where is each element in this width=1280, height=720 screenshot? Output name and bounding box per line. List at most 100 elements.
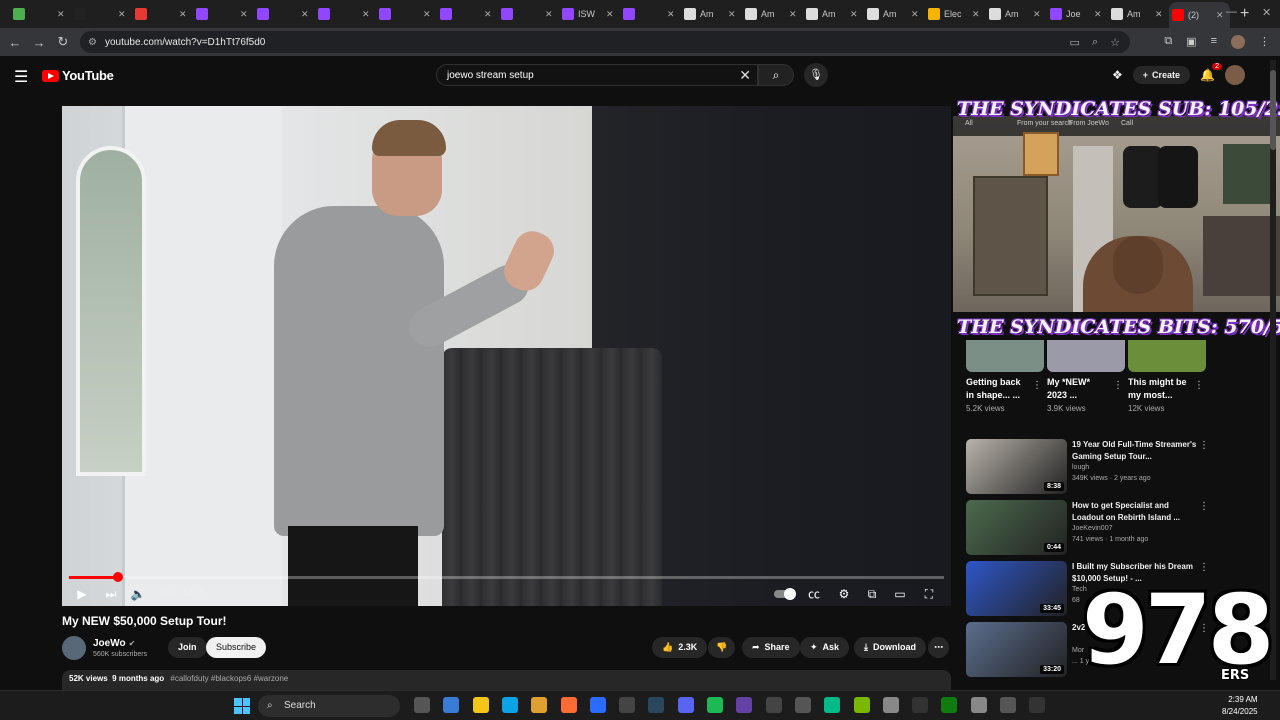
filter-chip[interactable]: From your search	[1017, 120, 1072, 127]
bookmark-star-icon[interactable]: ☆	[1110, 36, 1120, 49]
miniplayer-icon[interactable]: ⧉	[862, 584, 882, 604]
download-button[interactable]: ⤓ Download	[854, 637, 926, 658]
tab-close-icon[interactable]: ✕	[1033, 9, 1041, 20]
taskbar-app-icon[interactable]	[619, 697, 636, 713]
tab-close-icon[interactable]: ✕	[1094, 9, 1102, 20]
reload-icon[interactable]: ↻	[51, 34, 75, 50]
short-title[interactable]: Getting back in shape... ...	[966, 376, 1030, 402]
tab-search-icon[interactable]: ≡	[1211, 35, 1217, 49]
recommended-video[interactable]: 8:38 19 Year Old Full-Time Streamer's Gam…	[966, 439, 1211, 495]
volume-icon[interactable]: 🔈	[128, 584, 148, 604]
youtube-logo[interactable]: YouTube	[42, 68, 114, 83]
short-more-icon[interactable]: ⋮	[1113, 380, 1123, 391]
browser-tab[interactable]: Joe ✕	[1047, 3, 1108, 25]
filter-chip[interactable]: From JoeWo	[1069, 120, 1109, 127]
search-input[interactable]: joewo stream setup ✕	[436, 64, 758, 86]
theater-mode-icon[interactable]: ▭	[890, 584, 910, 604]
tab-close-icon[interactable]: ✕	[606, 9, 614, 20]
browser-tab[interactable]: ✕	[132, 3, 193, 25]
settings-gear-icon[interactable]: ⚙	[834, 584, 854, 604]
channel-name[interactable]: JoeWo ✔	[93, 638, 135, 649]
browser-tab[interactable]: Am ✕	[864, 3, 925, 25]
tab-close-icon[interactable]: ✕	[301, 9, 309, 20]
extensions-icon[interactable]: ⧉	[1164, 35, 1172, 49]
taskbar-app-icon[interactable]	[707, 697, 723, 713]
taskbar-app-icon[interactable]	[765, 697, 782, 713]
taskbar-app-icon[interactable]	[414, 697, 430, 713]
next-icon[interactable]: ⏭	[101, 584, 121, 604]
recommended-title[interactable]: 19 Year Old Full-Time Streamer's Gaming …	[1072, 439, 1197, 463]
autoplay-toggle[interactable]	[774, 588, 796, 600]
more-actions-button[interactable]: ⋯	[928, 637, 949, 658]
tab-close-icon[interactable]: ✕	[728, 9, 736, 20]
back-icon[interactable]: ←	[3, 35, 27, 50]
recommended-channel[interactable]: JoeKevin007	[1072, 525, 1112, 532]
join-button[interactable]: Join	[168, 637, 207, 658]
captions-icon[interactable]: ㏄	[804, 584, 824, 604]
taskbar-app-icon[interactable]	[589, 697, 606, 713]
tab-close-icon[interactable]: ✕	[911, 9, 919, 20]
taskbar-app-icon[interactable]	[531, 697, 548, 713]
ask-button[interactable]: ✦ Ask	[800, 637, 850, 658]
browser-tab[interactable]: ISW ✕	[559, 3, 620, 25]
dislike-button[interactable]: 👎	[708, 637, 736, 658]
share-button[interactable]: ➦ Share	[742, 637, 800, 658]
tab-close-icon[interactable]: ✕	[179, 9, 187, 20]
short-more-icon[interactable]: ⋮	[1194, 380, 1204, 391]
filter-chip[interactable]: All	[965, 120, 973, 127]
short-thumbnail[interactable]	[1128, 340, 1206, 372]
channel-avatar[interactable]	[62, 636, 86, 660]
video-player[interactable]: ▶ ⏭ 🔈 0:42 / 12:25 ㏄ ⚙ ⧉ ▭ ⛶	[62, 106, 951, 606]
taskbar-app-icon[interactable]	[1029, 697, 1046, 713]
scrollbar-thumb[interactable]	[1270, 70, 1276, 150]
progress-bar[interactable]	[69, 572, 944, 582]
sidebar-icon[interactable]: ▣	[1186, 35, 1196, 49]
account-avatar[interactable]	[1225, 65, 1245, 85]
recommended-thumbnail[interactable]: 33:45	[966, 561, 1067, 616]
start-button[interactable]	[234, 698, 250, 714]
browser-tab[interactable]: ✕	[437, 3, 498, 25]
search-button[interactable]: ⌕	[758, 64, 794, 86]
short-title[interactable]: My *NEW* 2023 ...	[1047, 376, 1111, 402]
short-more-icon[interactable]: ⋮	[1032, 380, 1042, 391]
taskbar-app-icon[interactable]	[1000, 697, 1016, 713]
recommended-thumbnail[interactable]: 8:38	[966, 439, 1067, 494]
hashtags[interactable]: #callofduty #blackops6 #warzone	[170, 674, 288, 683]
tab-close-icon[interactable]: ✕	[545, 9, 553, 20]
minimize-icon[interactable]: —	[1226, 6, 1237, 18]
tab-close-icon[interactable]: ✕	[362, 9, 370, 20]
clear-search-icon[interactable]: ✕	[739, 67, 751, 84]
voice-search-button[interactable]: 🎙	[804, 63, 828, 87]
tab-close-icon[interactable]: ✕	[423, 9, 431, 20]
recommended-video[interactable]: 0:44 How to get Specialist and Loadout on…	[966, 500, 1211, 556]
address-bar[interactable]: ⚙ youtube.com/watch?v=D1hTt76f5d0 ▭ ⌕ ☆	[80, 31, 1130, 53]
tab-close-icon[interactable]: ✕	[850, 9, 858, 20]
browser-tab[interactable]: ✕	[71, 3, 132, 25]
short-thumbnail[interactable]	[1047, 340, 1125, 372]
short-title[interactable]: This might be my most...	[1128, 376, 1192, 402]
browser-tab[interactable]: ✕	[376, 3, 437, 25]
browser-tab[interactable]: ✕	[10, 3, 71, 25]
menu-icon[interactable]: ☰	[14, 67, 28, 87]
tab-close-icon[interactable]: ✕	[1155, 9, 1163, 20]
close-window-icon[interactable]: ✕	[1262, 6, 1271, 19]
browser-tab[interactable]: Am ✕	[986, 3, 1047, 25]
system-clock[interactable]: 2:39 AM 8/24/2025	[1222, 694, 1258, 718]
taskbar-app-icon[interactable]	[648, 697, 665, 713]
tab-close-icon[interactable]: ✕	[240, 9, 248, 20]
tab-close-icon[interactable]: ✕	[972, 9, 980, 20]
taskbar-app-icon[interactable]	[912, 697, 929, 713]
tab-close-icon[interactable]: ✕	[118, 9, 126, 20]
browser-tab[interactable]: Am ✕	[742, 3, 803, 25]
browser-tab[interactable]: ✕	[254, 3, 315, 25]
taskbar-app-icon[interactable]	[501, 697, 518, 713]
taskbar-app-icon[interactable]	[443, 697, 460, 713]
taskbar-app-icon[interactable]	[824, 697, 841, 713]
more-vertical-icon[interactable]: ⋮	[1199, 562, 1209, 573]
recommended-thumbnail[interactable]: 33:20	[966, 622, 1067, 677]
browser-tab[interactable]: Am ✕	[803, 3, 864, 25]
tab-close-icon[interactable]: ✕	[789, 9, 797, 20]
taskbar-app-icon[interactable]	[941, 697, 958, 713]
profile-avatar[interactable]	[1231, 35, 1245, 49]
create-button[interactable]: + Create	[1132, 66, 1191, 84]
